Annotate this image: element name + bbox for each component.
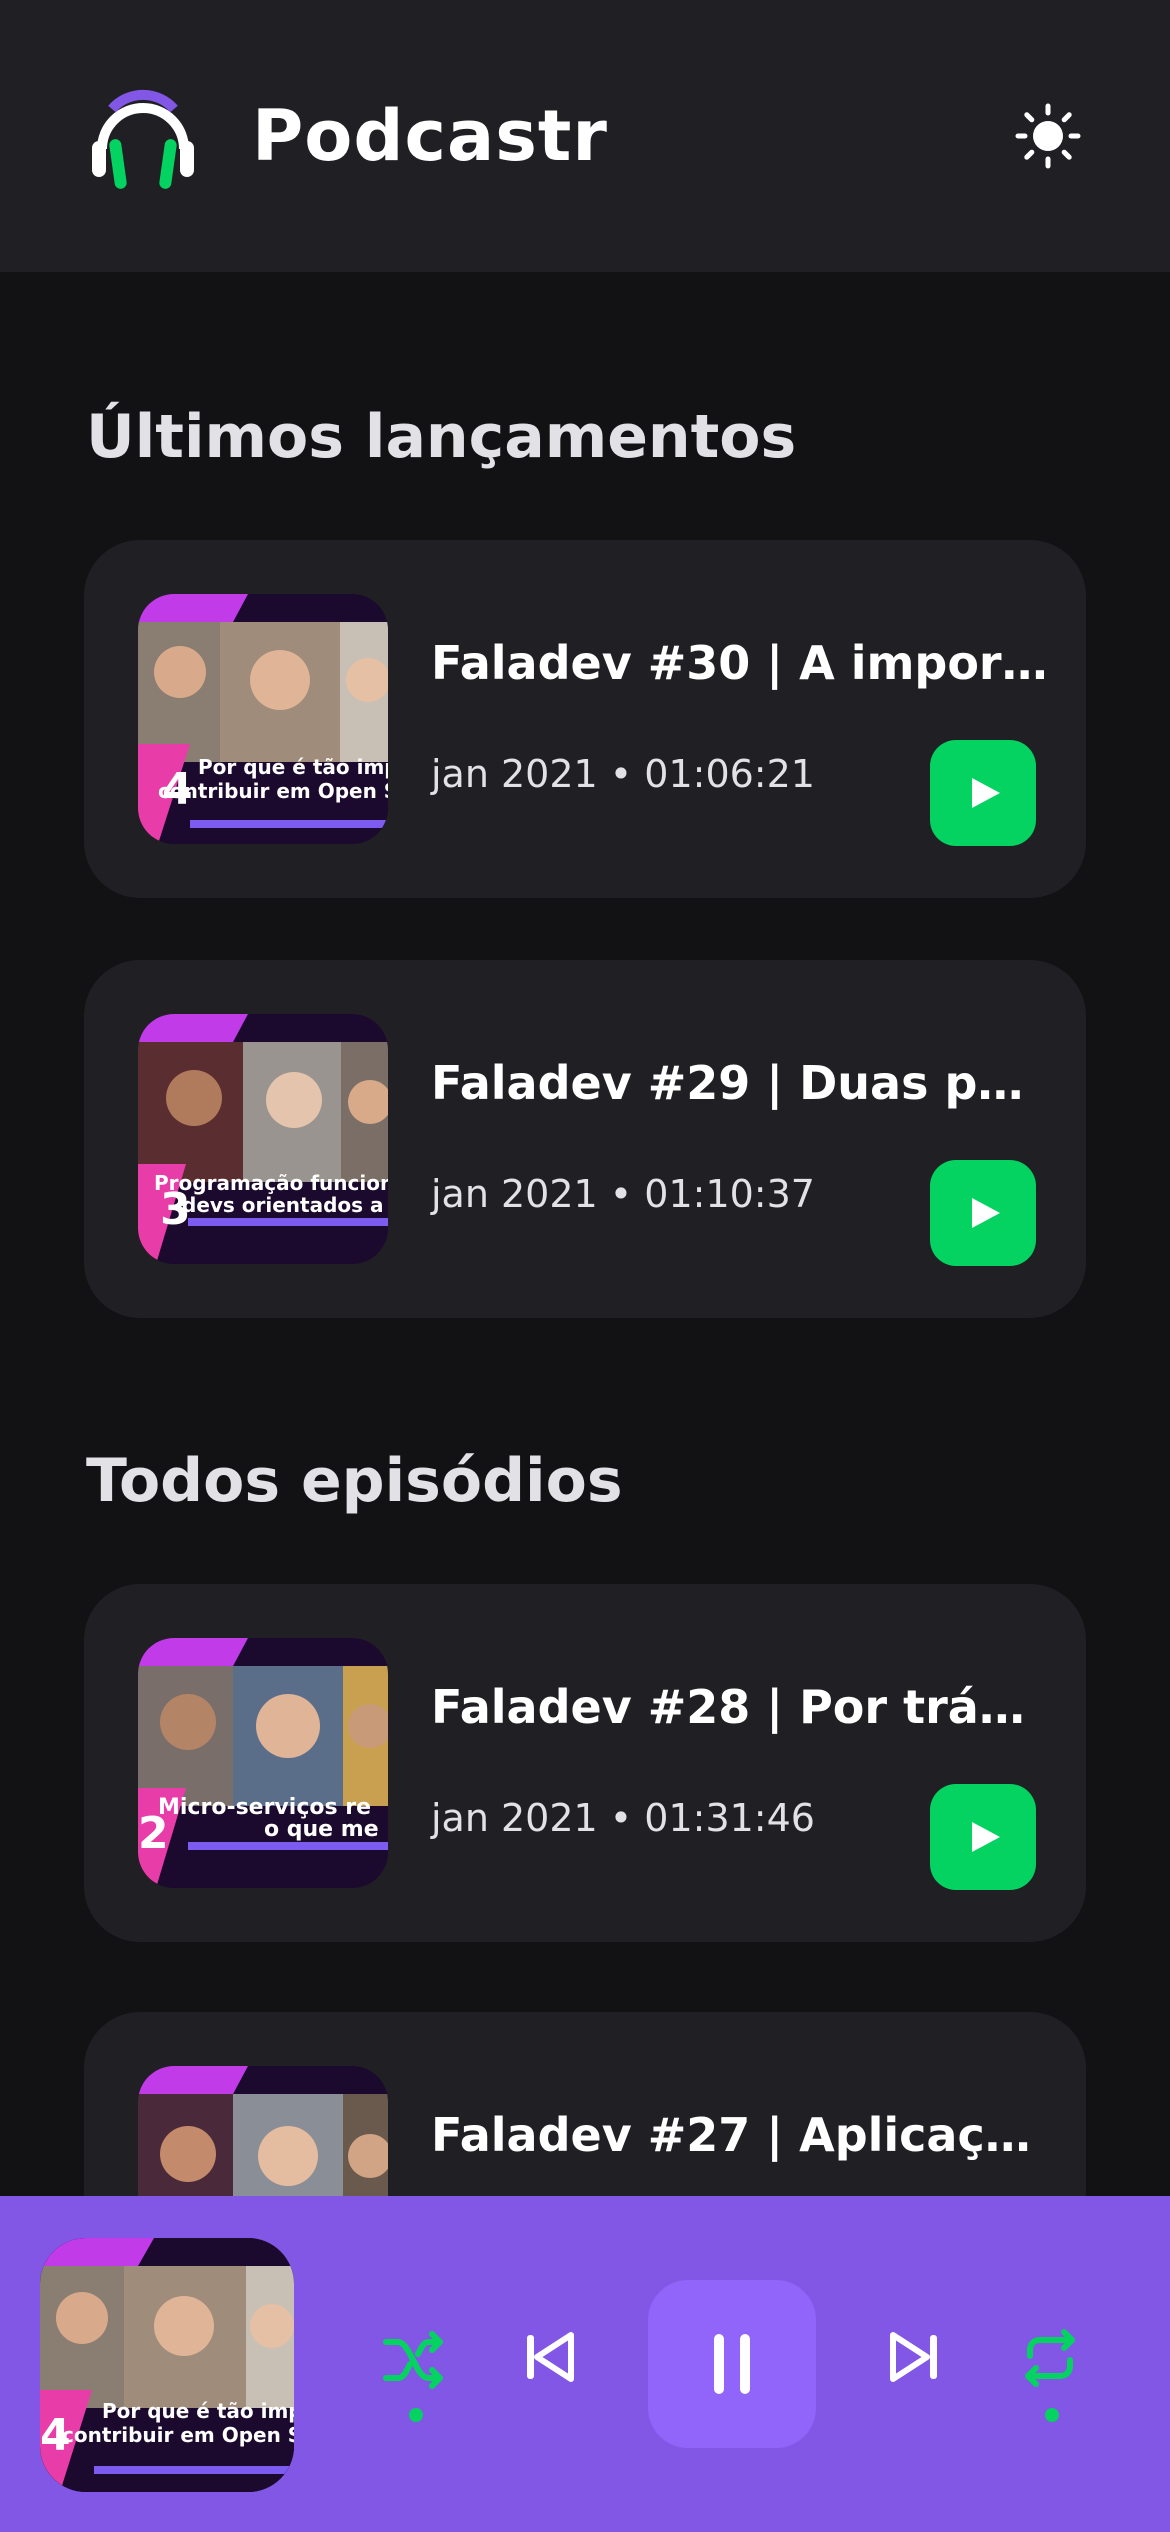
previous-button[interactable]	[518, 2326, 580, 2388]
headphones-icon	[92, 89, 194, 189]
play-button[interactable]	[930, 740, 1036, 846]
episode-title[interactable]: Faladev #27 | Aplicação prática	[431, 2108, 1051, 2162]
repeat-active-indicator	[1045, 2408, 1059, 2422]
shuffle-active-indicator	[409, 2408, 423, 2422]
episode-card[interactable]: 4 Por que é tão imp contribuir em Open S…	[84, 540, 1086, 898]
svg-text:contribuir em Open S: contribuir em Open S	[158, 779, 388, 803]
brand[interactable]: Podcastr	[86, 79, 608, 193]
player-bar: 4 Por que é tão imp contribuir em Open S	[0, 2196, 1170, 2532]
skip-back-icon	[527, 2332, 574, 2382]
episode-title[interactable]: Faladev #30 | A importância de contribui…	[431, 636, 1051, 690]
next-button[interactable]	[884, 2326, 946, 2388]
svg-text:Por que é tão imp: Por que é tão imp	[198, 755, 388, 779]
svg-text:o que me: o que me	[264, 1817, 379, 1842]
repeat-icon	[1025, 2329, 1075, 2387]
skip-forward-icon	[890, 2332, 937, 2382]
shuffle-button[interactable]	[380, 2326, 448, 2394]
pause-button[interactable]	[648, 2280, 816, 2448]
episode-title[interactable]: Faladev #29 | Duas perspectivas	[431, 1056, 1051, 1110]
play-button[interactable]	[930, 1784, 1036, 1890]
app-root: Podcastr Últimos lançamentos 4 Por que é…	[0, 0, 1170, 2532]
play-button[interactable]	[930, 1160, 1036, 1266]
theme-toggle-button[interactable]	[1010, 98, 1086, 174]
episode-meta: jan 2021 • 01:10:37	[431, 1172, 815, 1216]
episode-card[interactable]: 2 Micro-serviços re o que me Faladev #28…	[84, 1584, 1086, 1942]
now-playing-thumbnail[interactable]: 4 Por que é tão imp contribuir em Open S	[40, 2238, 294, 2492]
svg-text:devs orientados a o: devs orientados a o	[182, 1193, 388, 1217]
play-icon	[972, 778, 1000, 808]
episode-card[interactable]: 3 Programação funcion devs orientados a …	[84, 960, 1086, 1318]
pause-icon	[714, 2334, 750, 2394]
latest-section-title: Últimos lançamentos	[86, 402, 797, 472]
app-header: Podcastr	[0, 0, 1170, 272]
all-episodes-section-title: Todos episódios	[86, 1446, 623, 1516]
episode-meta: jan 2021 • 01:06:21	[431, 752, 815, 796]
episode-thumbnail: 2 Micro-serviços re o que me	[138, 1638, 388, 1888]
sun-icon	[1015, 103, 1081, 169]
episode-thumbnail: 3 Programação funcion devs orientados a …	[138, 1014, 388, 1264]
play-icon	[972, 1198, 1000, 1228]
repeat-button[interactable]	[1016, 2324, 1084, 2392]
svg-text:Por que é tão imp: Por que é tão imp	[102, 2399, 294, 2423]
episode-title[interactable]: Faladev #28 | Por trás do código	[431, 1680, 1051, 1734]
svg-text:contribuir em Open S: contribuir em Open S	[62, 2423, 294, 2447]
episode-thumbnail: 4 Por que é tão imp contribuir em Open S	[138, 594, 388, 844]
shuffle-icon	[383, 2331, 443, 2389]
app-title: Podcastr	[252, 95, 608, 177]
play-icon	[972, 1822, 1000, 1852]
episode-meta: jan 2021 • 01:31:46	[431, 1796, 815, 1840]
svg-text:Programação funcion: Programação funcion	[154, 1171, 388, 1195]
